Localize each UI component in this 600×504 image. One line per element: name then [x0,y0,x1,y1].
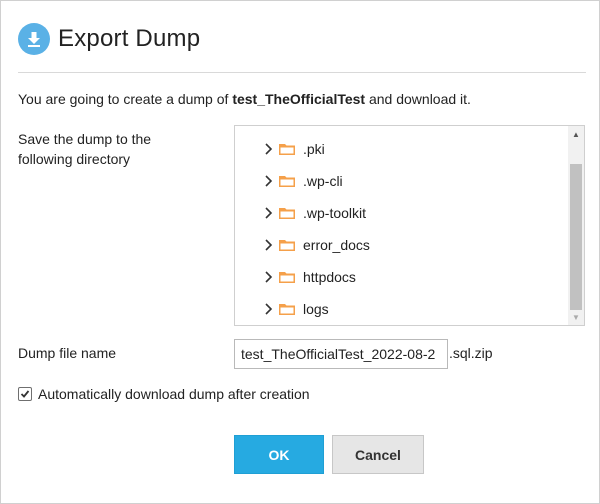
chevron-right-icon[interactable] [264,207,274,219]
cancel-button[interactable]: Cancel [332,435,424,474]
tree-item-label: .wp-cli [303,173,343,189]
auto-download-checkbox[interactable] [18,387,32,401]
directory-tree[interactable]: .pki .wp-cli .wp-toolkit error_docs http… [234,125,585,326]
tree-item[interactable]: .wp-toolkit [235,197,569,229]
scroll-thumb[interactable] [570,164,582,310]
tree-item-label: .pki [303,141,325,157]
dialog-header: Export Dump [18,22,200,56]
chevron-right-icon[interactable] [264,175,274,187]
chevron-right-icon[interactable] [264,239,274,251]
intro-suffix: and download it. [365,91,471,107]
intro-text: You are going to create a dump of test_T… [18,91,471,107]
checkmark-icon [20,390,30,398]
ok-button[interactable]: OK [234,435,324,474]
auto-download-label: Automatically download dump after creati… [38,386,310,402]
folder-icon [279,176,295,187]
file-name-input[interactable] [234,339,448,369]
folder-icon [279,144,295,155]
download-icon [18,23,50,55]
directory-label: Save the dump to the following directory [18,131,152,167]
folder-icon [279,208,295,219]
database-name: test_TheOfficialTest [232,91,366,107]
chevron-right-icon[interactable] [264,271,274,283]
intro-prefix: You are going to create a dump of [18,91,233,107]
dialog-title: Export Dump [58,25,201,52]
folder-icon [279,304,295,315]
tree-item[interactable]: httpdocs [235,261,569,293]
tree-item-label: httpdocs [303,269,356,285]
scroll-down-arrow-icon[interactable]: ▼ [568,309,584,325]
folder-icon [279,240,295,251]
tree-scrollbar[interactable]: ▲ ▼ [568,126,584,325]
file-name-label: Dump file name [18,345,117,361]
tree-item[interactable]: .pki [235,133,569,165]
tree-item[interactable]: logs [235,293,569,325]
tree-item[interactable]: error_docs [235,229,569,261]
auto-download-row[interactable]: Automatically download dump after creati… [18,385,310,403]
tree-item[interactable]: .wp-cli [235,165,569,197]
tree-item-label: .wp-toolkit [303,205,367,221]
chevron-right-icon[interactable] [264,303,274,315]
tree-item-label: error_docs [303,237,370,253]
tree-item-label: logs [303,301,329,317]
file-extension: .sql.zip [449,345,493,361]
header-divider [18,72,586,73]
export-dump-dialog: Export Dump You are going to create a du… [0,0,600,504]
scroll-up-arrow-icon[interactable]: ▲ [568,126,584,142]
folder-icon [279,272,295,283]
chevron-right-icon[interactable] [264,143,274,155]
